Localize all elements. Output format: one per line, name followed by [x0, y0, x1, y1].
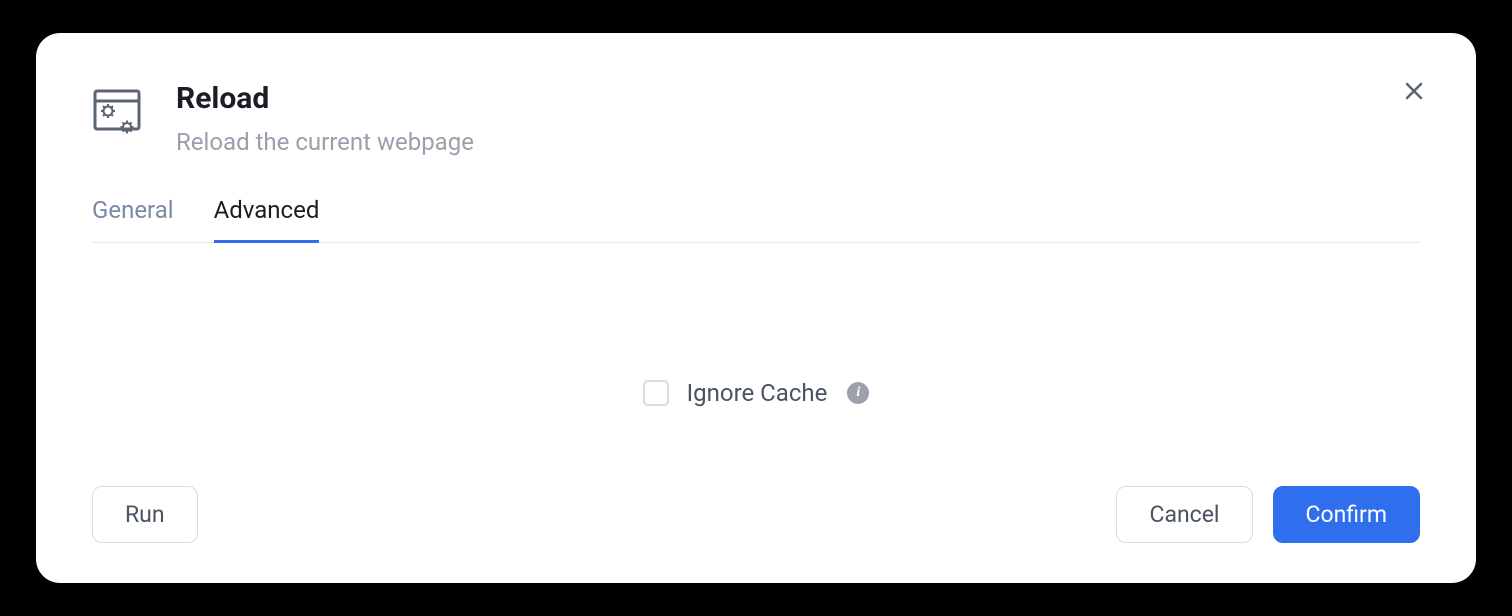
modal-subtitle: Reload the current webpage [176, 127, 1420, 158]
ignore-cache-row: Ignore Cache i [643, 299, 870, 486]
modal-content: Ignore Cache i [92, 291, 1420, 486]
reload-modal: Reload Reload the current webpage Genera… [36, 33, 1476, 583]
header-text: Reload Reload the current webpage [176, 81, 1420, 158]
footer-right: Cancel Confirm [1116, 486, 1420, 543]
run-button[interactable]: Run [92, 486, 198, 543]
tabs: General Advanced [92, 196, 1420, 243]
tab-general[interactable]: General [92, 196, 174, 243]
modal-header: Reload Reload the current webpage [92, 81, 1420, 158]
tab-advanced[interactable]: Advanced [214, 196, 320, 243]
close-icon [1402, 79, 1426, 103]
ignore-cache-label[interactable]: Ignore Cache [687, 379, 828, 407]
modal-title: Reload [176, 81, 1420, 117]
info-icon[interactable]: i [847, 382, 869, 404]
modal-footer: Run Cancel Confirm [92, 486, 1420, 543]
confirm-button[interactable]: Confirm [1273, 486, 1421, 543]
reload-window-icon [92, 85, 148, 141]
ignore-cache-checkbox[interactable] [643, 380, 669, 406]
close-button[interactable] [1400, 77, 1428, 105]
cancel-button[interactable]: Cancel [1116, 486, 1252, 543]
